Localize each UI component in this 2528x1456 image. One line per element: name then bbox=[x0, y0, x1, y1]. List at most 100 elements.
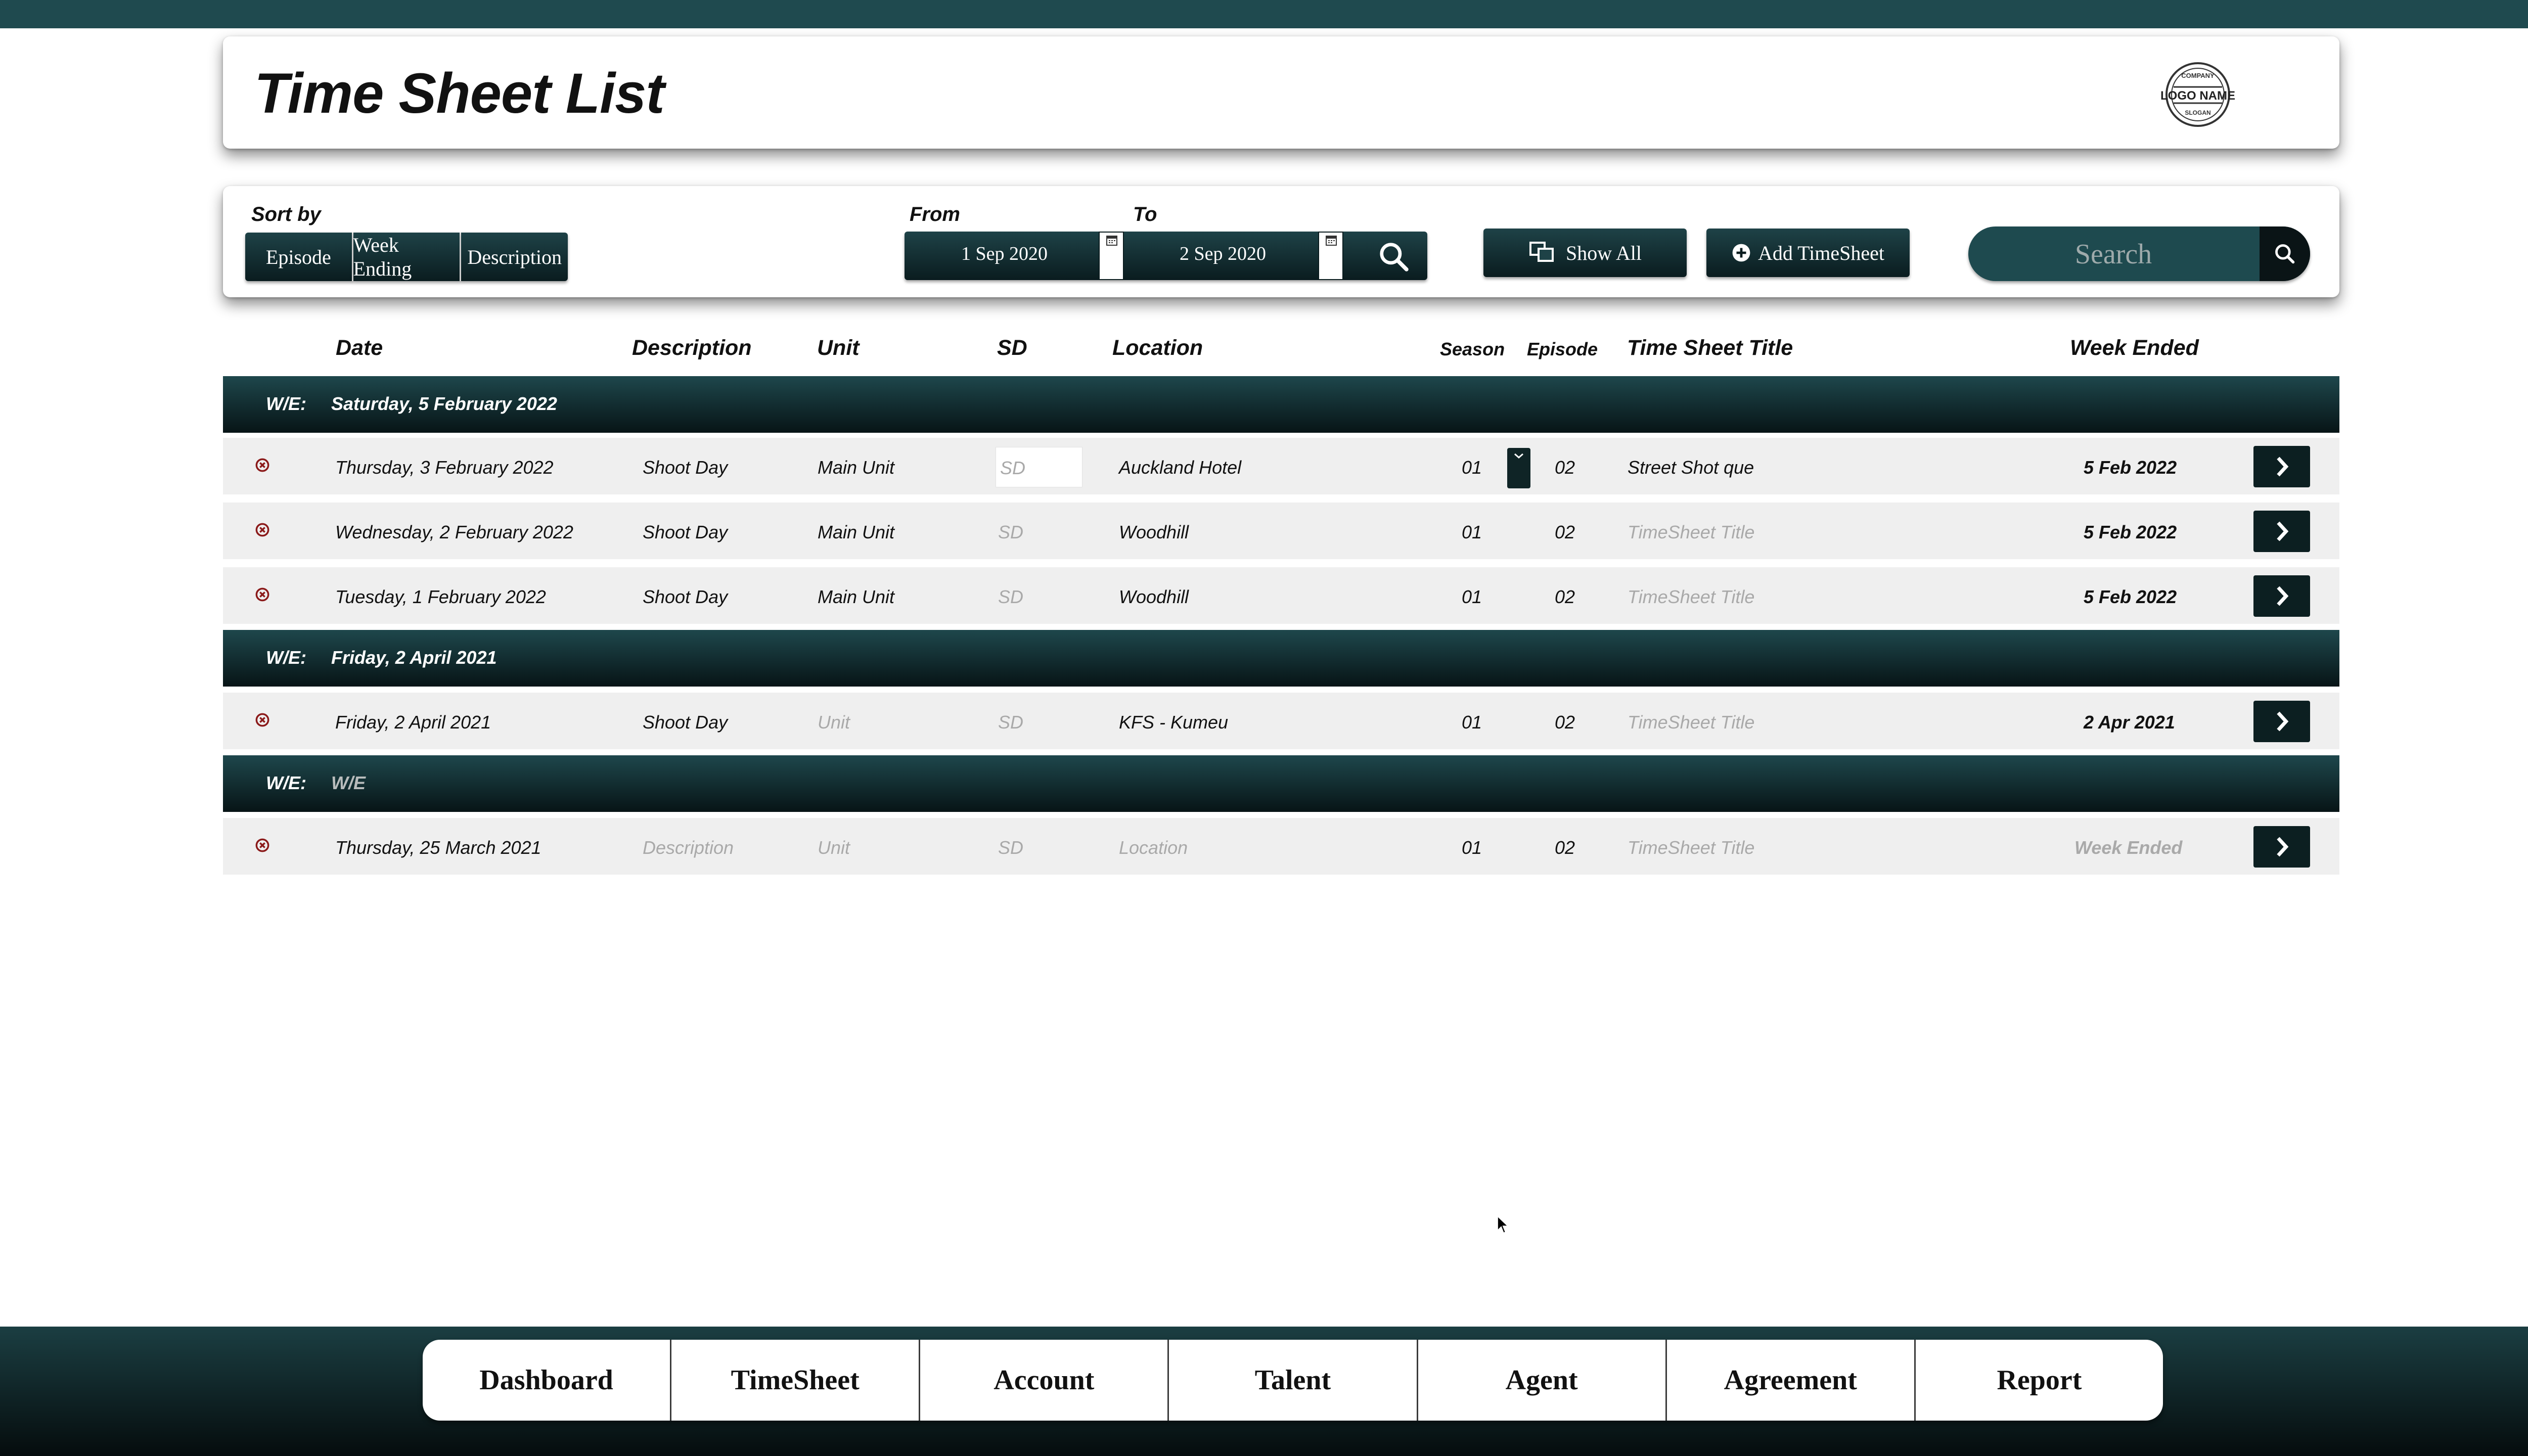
table-row[interactable]: Friday, 2 April 2021 Shoot Day Unit SD K… bbox=[223, 693, 2339, 749]
nav-agent[interactable]: Agent bbox=[1418, 1340, 1667, 1421]
row-sd-input[interactable]: SD bbox=[996, 447, 1082, 487]
row-title[interactable]: TimeSheet Title bbox=[1628, 837, 1754, 858]
nav-agreement[interactable]: Agreement bbox=[1667, 1340, 1916, 1421]
row-location[interactable]: Woodhill bbox=[1119, 522, 1189, 543]
row-episode[interactable]: 02 bbox=[1555, 837, 1575, 858]
calendar-icon bbox=[1106, 236, 1117, 246]
row-description[interactable]: Shoot Day bbox=[643, 712, 728, 733]
row-sd[interactable]: SD bbox=[998, 586, 1023, 608]
row-date: Tuesday, 1 February 2022 bbox=[335, 586, 546, 607]
row-week-ended: 5 Feb 2022 bbox=[2084, 457, 2177, 478]
row-date: Thursday, 3 February 2022 bbox=[335, 457, 554, 478]
sort-week-ending-button[interactable]: Week Ending bbox=[353, 233, 462, 281]
row-location[interactable]: KFS - Kumeu bbox=[1119, 712, 1228, 733]
logo-company-text: COMPANY bbox=[2181, 72, 2215, 79]
row-unit[interactable]: Main Unit bbox=[818, 522, 894, 543]
column-header-unit: Unit bbox=[817, 336, 860, 360]
table-row[interactable]: Wednesday, 2 February 2022 Shoot Day Mai… bbox=[223, 503, 2339, 559]
row-title[interactable]: Street Shot que bbox=[1628, 457, 1754, 478]
row-unit[interactable]: Unit bbox=[818, 712, 850, 733]
row-sd[interactable]: SD bbox=[998, 837, 1023, 858]
delete-icon[interactable] bbox=[255, 713, 269, 727]
we-date: W/E bbox=[331, 772, 366, 793]
page-title: Time Sheet List bbox=[254, 62, 665, 125]
row-episode[interactable]: 02 bbox=[1555, 457, 1575, 478]
row-location[interactable]: Woodhill bbox=[1119, 586, 1189, 608]
row-week-ended: Week Ended bbox=[2074, 837, 2183, 858]
chevron-right-icon bbox=[2277, 711, 2289, 732]
delete-icon[interactable] bbox=[255, 523, 269, 537]
nav-report[interactable]: Report bbox=[1916, 1340, 2163, 1421]
row-location[interactable]: Location bbox=[1119, 837, 1188, 858]
open-row-button[interactable] bbox=[2253, 826, 2310, 868]
delete-icon[interactable] bbox=[255, 458, 269, 472]
row-unit[interactable]: Unit bbox=[818, 837, 850, 858]
row-title[interactable]: TimeSheet Title bbox=[1628, 586, 1754, 608]
from-label: From bbox=[910, 203, 960, 225]
episode-dropdown[interactable] bbox=[1507, 448, 1530, 488]
we-date: Saturday, 5 February 2022 bbox=[331, 393, 557, 414]
week-ending-group-header: W/E: W/E bbox=[223, 755, 2339, 812]
chevron-right-icon bbox=[2277, 457, 2289, 477]
sort-by-label: Sort by bbox=[251, 203, 321, 225]
table-row[interactable]: Thursday, 3 February 2022 Shoot Day Main… bbox=[223, 438, 2339, 494]
table-row[interactable]: Tuesday, 1 February 2022 Shoot Day Main … bbox=[223, 567, 2339, 624]
date-range: 1 Sep 2020 2 Sep 2020 bbox=[905, 232, 1427, 280]
search-input[interactable] bbox=[1968, 226, 2259, 281]
from-calendar-button[interactable] bbox=[1099, 232, 1124, 280]
row-episode[interactable]: 02 bbox=[1555, 586, 1575, 608]
nav-dashboard[interactable]: Dashboard bbox=[423, 1340, 672, 1421]
row-week-ended: 5 Feb 2022 bbox=[2084, 586, 2177, 607]
row-date: Friday, 2 April 2021 bbox=[335, 712, 491, 733]
delete-icon[interactable] bbox=[255, 838, 269, 852]
sort-episode-button[interactable]: Episode bbox=[245, 233, 353, 281]
plus-circle-icon bbox=[1732, 244, 1750, 262]
we-label: W/E: bbox=[266, 393, 306, 414]
row-description[interactable]: Shoot Day bbox=[643, 522, 728, 543]
nav-account[interactable]: Account bbox=[920, 1340, 1169, 1421]
row-season[interactable]: 01 bbox=[1462, 522, 1482, 543]
nav-timesheet[interactable]: TimeSheet bbox=[671, 1340, 921, 1421]
row-description[interactable]: Shoot Day bbox=[643, 586, 728, 608]
filter-bar: Sort by Episode Week Ending Description … bbox=[223, 186, 2339, 297]
row-unit[interactable]: Main Unit bbox=[818, 457, 894, 478]
column-header-description: Description bbox=[632, 336, 752, 360]
open-row-button[interactable] bbox=[2253, 701, 2310, 742]
row-location[interactable]: Auckland Hotel bbox=[1119, 457, 1241, 478]
we-date: Friday, 2 April 2021 bbox=[331, 647, 497, 668]
row-description[interactable]: Description bbox=[643, 837, 734, 858]
row-season[interactable]: 01 bbox=[1462, 837, 1482, 858]
week-ending-group-header: W/E: Saturday, 5 February 2022 bbox=[223, 376, 2339, 433]
table-row[interactable]: Thursday, 25 March 2021 Description Unit… bbox=[223, 818, 2339, 875]
we-label: W/E: bbox=[266, 647, 306, 668]
add-timesheet-button[interactable]: Add TimeSheet bbox=[1706, 229, 1910, 277]
add-timesheet-label: Add TimeSheet bbox=[1757, 241, 1885, 264]
column-header-date: Date bbox=[336, 336, 383, 360]
delete-icon[interactable] bbox=[255, 587, 269, 602]
row-sd[interactable]: SD bbox=[998, 712, 1023, 733]
show-all-button[interactable]: Show All bbox=[1483, 229, 1687, 277]
to-label: To bbox=[1133, 203, 1157, 225]
row-title[interactable]: TimeSheet Title bbox=[1628, 712, 1754, 733]
to-date-field[interactable]: 2 Sep 2020 bbox=[1180, 243, 1266, 265]
row-season[interactable]: 01 bbox=[1462, 457, 1482, 478]
open-row-button[interactable] bbox=[2253, 446, 2310, 487]
date-search-icon[interactable] bbox=[1378, 241, 1409, 272]
nav-talent[interactable]: Talent bbox=[1169, 1340, 1418, 1421]
row-description[interactable]: Shoot Day bbox=[643, 457, 728, 478]
search-button[interactable] bbox=[2260, 226, 2310, 281]
row-title[interactable]: TimeSheet Title bbox=[1628, 522, 1754, 543]
open-row-button[interactable] bbox=[2253, 575, 2310, 617]
from-date-field[interactable]: 1 Sep 2020 bbox=[961, 243, 1048, 265]
row-season[interactable]: 01 bbox=[1462, 586, 1482, 608]
logo-slogan-text: SLOGAN bbox=[2185, 109, 2210, 116]
to-calendar-button[interactable] bbox=[1318, 232, 1343, 280]
chevron-right-icon bbox=[2277, 521, 2289, 541]
row-season[interactable]: 01 bbox=[1462, 712, 1482, 733]
open-row-button[interactable] bbox=[2253, 511, 2310, 552]
row-unit[interactable]: Main Unit bbox=[818, 586, 894, 608]
row-episode[interactable]: 02 bbox=[1555, 522, 1575, 543]
row-episode[interactable]: 02 bbox=[1555, 712, 1575, 733]
sort-description-button[interactable]: Description bbox=[461, 233, 568, 281]
row-sd[interactable]: SD bbox=[998, 522, 1023, 543]
